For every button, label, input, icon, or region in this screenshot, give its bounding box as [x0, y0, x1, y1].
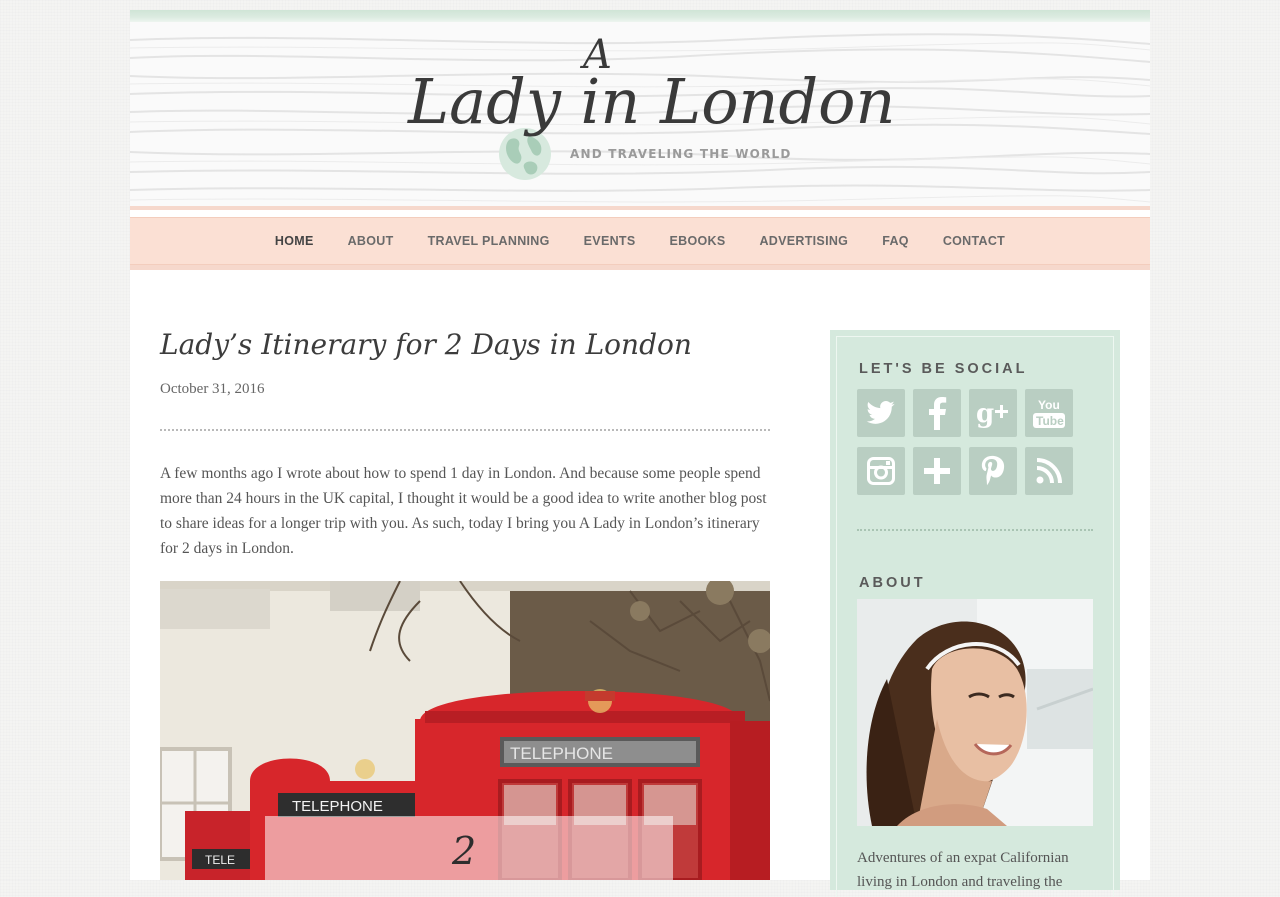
- phone-sign-text-2: TELEPHONE: [292, 798, 383, 815]
- nav-item-ebooks[interactable]: EBOOKS: [669, 234, 725, 248]
- page-container: A Lady in London AND TRAVELING THE WORLD…: [130, 10, 1150, 897]
- svg-text:g: g: [976, 399, 994, 428]
- site-logo-title[interactable]: Lady in London: [408, 65, 895, 138]
- google-plus-icon: g: [976, 399, 1008, 428]
- nav-item-faq[interactable]: FAQ: [882, 234, 909, 248]
- post-divider: [160, 429, 770, 431]
- nav-list: HOME ABOUT TRAVEL PLANNING EVENTS EBOOKS…: [130, 218, 1150, 264]
- google-plus-button[interactable]: g: [969, 389, 1017, 437]
- youtube-icon: You Tube: [1033, 398, 1065, 428]
- nav-item-advertising[interactable]: ADVERTISING: [759, 234, 848, 248]
- nav-bottom-band: [130, 265, 1150, 270]
- nav-item-about[interactable]: ABOUT: [348, 234, 394, 248]
- svg-text:Tube: Tube: [1036, 414, 1064, 428]
- instagram-button[interactable]: [857, 447, 905, 495]
- main-navigation: HOME ABOUT TRAVEL PLANNING EVENTS EBOOKS…: [130, 217, 1150, 265]
- facebook-icon: [929, 397, 947, 430]
- nav-item-events[interactable]: EVENTS: [584, 234, 636, 248]
- sidebar-divider: [857, 529, 1093, 531]
- header-bottom-band: [130, 206, 1150, 210]
- site-header: A Lady in London AND TRAVELING THE WORLD: [130, 10, 1150, 210]
- about-description: Adventures of an expat Californian livin…: [857, 850, 1069, 890]
- youtube-button[interactable]: You Tube: [1025, 389, 1073, 437]
- post-title[interactable]: Lady’s Itinerary for 2 Days in London: [160, 328, 780, 361]
- post-intro-paragraph: A few months ago I wrote about how to sp…: [160, 465, 767, 557]
- pinterest-button[interactable]: [969, 447, 1017, 495]
- site-tagline: AND TRAVELING THE WORLD: [570, 147, 792, 161]
- phone-sign-text-3: TELE: [205, 853, 235, 867]
- nav-item-home[interactable]: HOME: [275, 234, 314, 248]
- twitter-icon: [866, 401, 895, 424]
- about-author-photo[interactable]: [857, 599, 1093, 826]
- facebook-button[interactable]: [913, 389, 961, 437]
- bloglovin-icon: [924, 458, 950, 484]
- phone-sign-text-1: TELEPHONE: [510, 744, 613, 763]
- image-overlay-number: 2: [451, 829, 476, 873]
- svg-text:You: You: [1038, 398, 1060, 412]
- pinterest-icon: [981, 455, 1005, 486]
- rss-icon: [1036, 458, 1062, 484]
- instagram-icon: [867, 457, 895, 485]
- post-date: October 31, 2016: [160, 381, 265, 397]
- post-featured-image[interactable]: TELE TELEPHONE TELEPHONE 2: [160, 581, 770, 880]
- bloglovin-button[interactable]: [913, 447, 961, 495]
- rss-button[interactable]: [1025, 447, 1073, 495]
- social-widget-title: LET'S BE SOCIAL: [859, 361, 1028, 377]
- nav-item-travel-planning[interactable]: TRAVEL PLANNING: [428, 234, 550, 248]
- twitter-button[interactable]: [857, 389, 905, 437]
- about-widget-title: ABOUT: [859, 575, 926, 591]
- nav-item-contact[interactable]: CONTACT: [943, 234, 1005, 248]
- sidebar: LET'S BE SOCIAL g You Tube ABOUT Adventu…: [830, 330, 1120, 897]
